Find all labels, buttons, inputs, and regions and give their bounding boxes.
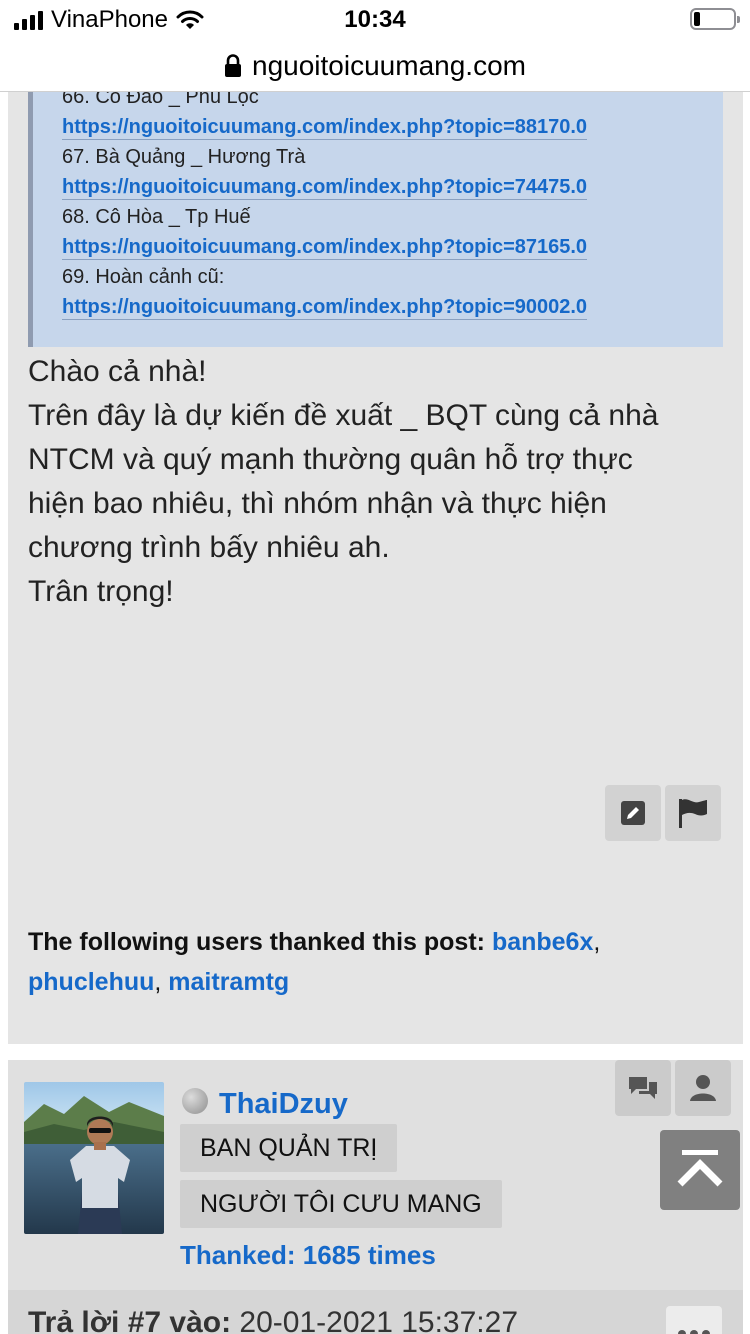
post-body: Chào cả nhà! Trên đây là dự kiến đề xuất… xyxy=(28,350,708,614)
quote-item-link[interactable]: https://nguoitoicuumang.com/index.php?to… xyxy=(62,176,588,200)
reply-timestamp: Trả lời #7 vào: 20-01-2021 15:37:27 xyxy=(28,1306,518,1334)
quote-item-text: 67. Bà Quảng _ Hương Trà xyxy=(62,146,306,168)
scroll-to-top-button[interactable] xyxy=(660,1130,740,1210)
user-icon xyxy=(690,1075,716,1101)
author-panel: ThaiDzuy BAN QUẢN TRỊ NGƯỜI TÔI CƯU MANG… xyxy=(8,1060,743,1290)
post-line: Chào cả nhà! xyxy=(28,355,207,388)
send-message-button[interactable] xyxy=(615,1060,671,1116)
thanks-section: The following users thanked this post: b… xyxy=(28,922,718,1002)
forum-post: 66. Cô Đào _ Phú Lộc https://nguoitoicuu… xyxy=(8,92,743,1044)
ellipsis-icon xyxy=(678,1330,710,1334)
quote-item-text: 68. Cô Hòa _ Tp Huế xyxy=(62,206,251,228)
more-options-button[interactable] xyxy=(666,1306,722,1334)
reply-info-bar: Trả lời #7 vào: 20-01-2021 15:37:27 xyxy=(8,1290,743,1334)
lock-icon xyxy=(225,53,242,77)
post-line: Trân trọng! xyxy=(28,575,174,608)
address-bar[interactable]: nguoitoicuumang.com xyxy=(0,40,750,92)
author-username[interactable]: ThaiDzuy xyxy=(219,1088,348,1121)
view-profile-button[interactable] xyxy=(675,1060,731,1116)
quote-item-link[interactable]: https://nguoitoicuumang.com/index.php?to… xyxy=(62,296,588,320)
post-line: Trên đây là dự kiến đề xuất _ BQT cùng c… xyxy=(28,399,659,432)
quote-item-link[interactable]: https://nguoitoicuumang.com/index.php?to… xyxy=(62,116,588,140)
post-line: NTCM và quý mạnh thường quân hỗ trợ thực xyxy=(28,443,633,476)
battery-icon xyxy=(690,8,740,30)
role-badge: BAN QUẢN TRỊ xyxy=(180,1124,398,1172)
quote-item-link[interactable]: https://nguoitoicuumang.com/index.php?to… xyxy=(62,236,588,260)
url-text: nguoitoicuumang.com xyxy=(252,49,526,81)
chat-bubbles-icon xyxy=(629,1077,657,1099)
flag-icon xyxy=(679,799,707,828)
thanked-user-link[interactable]: banbe6x xyxy=(492,928,593,956)
group-badge: NGƯỜI TÔI CƯU MANG xyxy=(180,1180,502,1228)
status-bar: VinaPhone 10:34 xyxy=(0,0,750,40)
page-content: 66. Cô Đào _ Phú Lộc https://nguoitoicuu… xyxy=(0,92,750,1334)
pencil-icon xyxy=(621,801,645,825)
quote-item-text: 69. Hoàn cảnh cũ: xyxy=(62,266,225,288)
thanked-count: Thanked: 1685 times xyxy=(180,1240,436,1270)
chevron-up-icon xyxy=(677,1150,723,1187)
reply-date: 20-01-2021 15:37:27 xyxy=(231,1306,518,1334)
clock: 10:34 xyxy=(344,6,406,33)
thanks-label: The following users thanked this post: xyxy=(28,928,485,956)
avatar[interactable] xyxy=(24,1082,164,1234)
edit-button[interactable] xyxy=(605,785,661,841)
post-line: chương trình bấy nhiêu ah. xyxy=(28,531,390,564)
report-button[interactable] xyxy=(665,785,721,841)
separator: , xyxy=(154,968,162,996)
online-status-icon xyxy=(182,1088,208,1114)
separator: , xyxy=(593,928,601,956)
reply-label: Trả lời #7 vào: xyxy=(28,1306,232,1334)
thanked-user-link[interactable]: maitramtg xyxy=(168,968,289,996)
quote-block: 66. Cô Đào _ Phú Lộc https://nguoitoicuu… xyxy=(28,92,723,347)
quote-item-text: 66. Cô Đào _ Phú Lộc xyxy=(62,92,259,108)
post-line: hiện bao nhiêu, thì nhóm nhận và thực hi… xyxy=(28,487,607,520)
thanked-user-link[interactable]: phuclehuu xyxy=(28,968,154,996)
